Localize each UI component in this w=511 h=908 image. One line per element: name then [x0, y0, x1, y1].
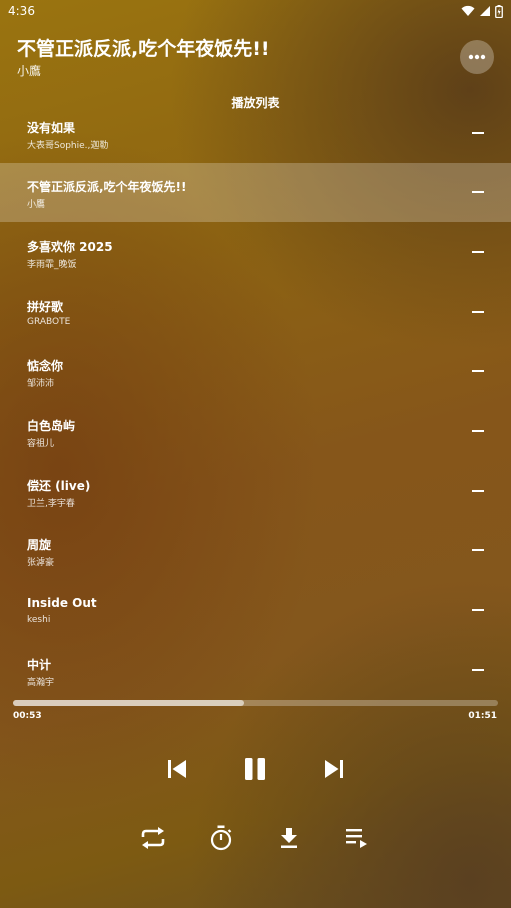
track-artist: 张滹豪 [27, 558, 55, 569]
playback-controls [0, 752, 511, 786]
remove-track-icon[interactable] [472, 609, 484, 612]
download-icon [281, 828, 297, 848]
bottom-toolbar [0, 822, 511, 854]
track-title: 拼好歌 [27, 299, 64, 314]
track-artist: 邹沛沛 [27, 379, 55, 390]
next-button[interactable] [317, 752, 351, 786]
remove-track-icon[interactable] [472, 668, 484, 671]
progress-bar[interactable] [13, 700, 498, 706]
queue-button[interactable] [342, 822, 374, 854]
track-title: 没有如果 [27, 120, 76, 135]
pause-button[interactable] [238, 752, 272, 786]
playlist-item[interactable]: 没有如果大表哥Sophie.,迦勒 [0, 113, 511, 163]
remove-track-icon[interactable] [472, 430, 484, 432]
track-artist: keshi [27, 615, 51, 626]
playlist-item[interactable]: 白色岛屿 容祖儿 [0, 402, 511, 461]
playlist-item[interactable]: Inside Out keshi [0, 581, 511, 640]
repeat-icon [141, 827, 165, 849]
remove-track-icon[interactable] [472, 549, 484, 552]
battery-icon [495, 4, 503, 18]
playlist-item[interactable]: 周旋 张滹豪 [0, 521, 511, 580]
playlist-item[interactable]: 偿还 (live) 卫兰,李宇春 [0, 462, 511, 521]
track-artist: 高瀚宇 [27, 677, 55, 688]
track-artist: 卫兰,李宇春 [27, 498, 75, 509]
sleep-timer-button[interactable] [205, 822, 237, 854]
track-title: Inside Out [27, 596, 97, 611]
progress-fill [13, 700, 245, 706]
playlist-item[interactable]: 不管正派反派,吃个年夜饭先!! 小鷹 [0, 163, 511, 223]
status-bar: 4:36 [0, 0, 511, 22]
playlist-item[interactable]: 惦念你 邹沛沛 [0, 342, 511, 401]
track-artist: 小鷹 [27, 200, 46, 211]
remove-track-icon[interactable] [472, 310, 484, 313]
playlist-item[interactable]: 中计 高瀚宇 [0, 641, 511, 690]
track-title: 偿还 (live) [27, 478, 91, 493]
remove-track-icon[interactable] [472, 191, 484, 194]
skip-next-icon [325, 760, 343, 778]
current-time: 00:53 [13, 711, 42, 721]
more-horizontal-icon [468, 54, 486, 60]
total-time: 01:51 [468, 711, 497, 721]
song-artist: 小鷹 [17, 64, 42, 78]
remove-track-icon[interactable] [472, 131, 484, 134]
playlist-item[interactable]: 拼好歌 GRABOTE [0, 283, 511, 342]
more-options-button[interactable] [460, 40, 494, 74]
song-title: 不管正派反派,吃个年夜饭先!! [17, 38, 270, 60]
track-title: 白色岛屿 [27, 419, 76, 433]
timer-icon [210, 825, 232, 851]
remove-track-icon[interactable] [472, 250, 484, 253]
playlist[interactable]: 没有如果大表哥Sophie.,迦勒不管正派反派,吃个年夜饭先!! 小鷹多喜欢你 2… [0, 113, 511, 690]
track-title: 中计 [27, 657, 52, 672]
playlist-label: 播放列表 [231, 96, 280, 110]
track-artist: GRABOTE [27, 316, 71, 327]
track-artist: 大表哥Sophie.,迦勒 [27, 140, 109, 151]
track-artist: 容祖儿 [27, 439, 55, 449]
previous-button[interactable] [160, 752, 194, 786]
wifi-icon [461, 5, 475, 16]
track-artist: 李雨霏_晚饭 [27, 259, 77, 270]
repeat-mode-button[interactable] [137, 822, 169, 854]
remove-track-icon[interactable] [472, 489, 484, 492]
status-time: 4:36 [8, 4, 35, 18]
now-playing-header: 不管正派反派,吃个年夜饭先!! 小鷹 [17, 36, 447, 80]
skip-previous-icon [168, 760, 186, 778]
playlist-item[interactable]: 多喜欢你 2025 李雨霏_晚饭 [0, 223, 511, 282]
signal-icon [480, 6, 490, 16]
download-button[interactable] [273, 822, 305, 854]
track-title: 惦念你 [27, 359, 64, 374]
remove-track-icon[interactable] [472, 370, 484, 373]
pause-icon [245, 758, 265, 780]
track-title: 不管正派反派,吃个年夜饭先!! [27, 180, 187, 195]
playlist-play-icon [346, 829, 367, 848]
track-title: 周旋 [27, 538, 52, 553]
track-title: 多喜欢你 2025 [27, 239, 113, 254]
